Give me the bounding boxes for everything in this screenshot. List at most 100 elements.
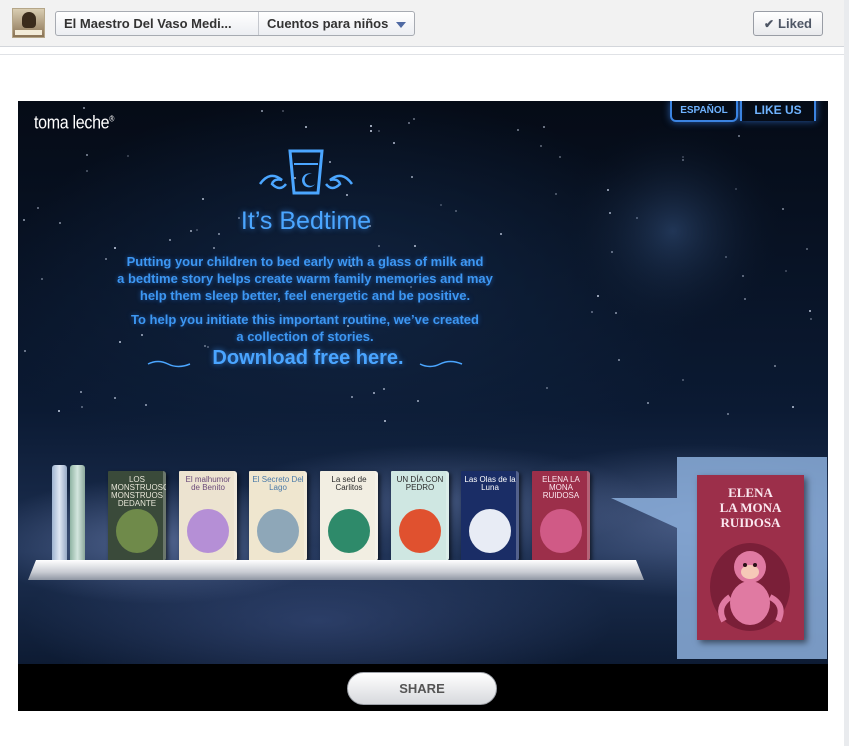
star	[145, 404, 147, 406]
book-edge	[587, 471, 590, 561]
featured-book-cover[interactable]: ELENA LA MONA RUIDOSA	[697, 475, 804, 640]
star	[370, 125, 372, 127]
liked-button[interactable]: ✔ Liked	[753, 11, 823, 36]
star	[559, 156, 561, 158]
featured-title-line: RUIDOSA	[720, 515, 781, 530]
scrollbar[interactable]	[844, 0, 849, 746]
star	[114, 397, 116, 399]
breadcrumb-tab-selector[interactable]: Cuentos para niños	[259, 12, 414, 35]
chevron-down-icon	[396, 21, 407, 28]
book-cover[interactable]: El malhumor de Benito	[179, 471, 237, 561]
star	[792, 406, 794, 408]
star	[555, 193, 557, 195]
page-title: It’s Bedtime	[240, 207, 372, 235]
monkey-illustration-icon	[710, 543, 790, 631]
book-cover[interactable]: LOS MONSTRUOSOS MONSTRUOS DEDANTE	[108, 471, 166, 561]
routine-line: a collection of stories.	[236, 329, 374, 344]
star	[196, 229, 198, 231]
star	[647, 402, 649, 404]
star	[80, 391, 82, 393]
intro-line: Putting your children to bed early with …	[126, 254, 484, 269]
star	[58, 410, 60, 412]
star	[202, 198, 204, 200]
featured-book-title: ELENA LA MONA RUIDOSA	[701, 485, 800, 530]
star	[809, 310, 811, 312]
book-edge	[516, 471, 519, 561]
breadcrumb-page-name[interactable]: El Maestro Del Vaso Medi...	[56, 12, 259, 35]
star	[727, 413, 729, 415]
app-canvas: toma leche® ESPAÑOL LIKE US It’s Bedtime…	[18, 101, 828, 711]
star	[378, 245, 380, 247]
book-cover[interactable]: Las Olas de la Luna	[461, 471, 519, 561]
book-edge	[375, 471, 378, 561]
checkmark-icon: ✔	[763, 16, 775, 31]
routine-paragraph: To help you initiate this important rout…	[80, 311, 530, 345]
star	[59, 222, 61, 224]
milk-glass-icon	[256, 146, 356, 201]
book-illustration	[399, 509, 441, 553]
book-title: El Secreto Del Lago	[252, 475, 304, 492]
book-illustration	[540, 509, 582, 553]
star	[305, 126, 307, 128]
liked-label: Liked	[778, 16, 813, 31]
star	[411, 176, 413, 178]
book-title: Las Olas de la Luna	[464, 475, 516, 492]
star	[86, 154, 88, 156]
routine-line: To help you initiate this important rout…	[131, 312, 479, 327]
star	[81, 406, 83, 408]
intro-paragraph: Putting your children to bed early with …	[80, 253, 530, 304]
book-illustration	[469, 509, 511, 553]
star	[373, 392, 375, 394]
star	[169, 239, 171, 241]
crescent-moon-icon	[563, 116, 783, 346]
book-title: LOS MONSTRUOSOS MONSTRUOS DEDANTE	[111, 475, 166, 508]
featured-title-line: ELENA	[728, 485, 773, 500]
intro-line: a bedtime story helps create warm family…	[117, 271, 493, 286]
star	[417, 400, 419, 402]
star	[806, 248, 808, 250]
book-spine	[52, 465, 67, 571]
book-cover[interactable]: ELENA LA MONA RUIDOSA	[532, 471, 590, 561]
star	[785, 270, 787, 272]
book-cover[interactable]: El Secreto Del Lago	[249, 471, 307, 561]
featured-book-panel: ELENA LA MONA RUIDOSA	[677, 457, 827, 659]
star	[546, 387, 548, 389]
star	[384, 420, 386, 422]
book-cover[interactable]: UN DÍA CON PEDRO	[391, 471, 449, 561]
share-button[interactable]: SHARE	[347, 672, 497, 705]
star	[378, 130, 380, 132]
star	[774, 365, 776, 367]
page-profile-thumbnail[interactable]	[12, 8, 45, 38]
star	[23, 219, 25, 221]
flourish-right-icon	[419, 360, 463, 368]
star	[218, 233, 220, 235]
star	[414, 245, 416, 247]
profile-figure	[22, 12, 36, 28]
star	[86, 170, 88, 172]
star	[500, 233, 502, 235]
star	[351, 396, 353, 398]
book-edge	[304, 471, 307, 561]
star	[127, 155, 129, 157]
star	[282, 110, 284, 112]
star	[618, 359, 620, 361]
star	[37, 207, 39, 209]
star	[190, 230, 192, 232]
star	[455, 210, 457, 212]
star	[517, 129, 519, 131]
book-illustration	[116, 509, 158, 553]
breadcrumb: El Maestro Del Vaso Medi... Cuentos para…	[55, 11, 416, 36]
star	[41, 278, 43, 280]
featured-title-line: LA MONA	[719, 500, 782, 515]
star	[213, 247, 215, 249]
book-title: El malhumor de Benito	[185, 475, 231, 492]
star	[261, 110, 263, 112]
star	[383, 388, 385, 390]
brand-logo: toma leche®	[34, 113, 115, 134]
book-cover[interactable]: La sed de Carlitos	[320, 471, 378, 561]
book-title: UN DÍA CON PEDRO	[396, 475, 444, 492]
book-illustration	[187, 509, 229, 553]
book-edge	[163, 471, 166, 561]
star	[83, 107, 85, 109]
star	[540, 145, 542, 147]
